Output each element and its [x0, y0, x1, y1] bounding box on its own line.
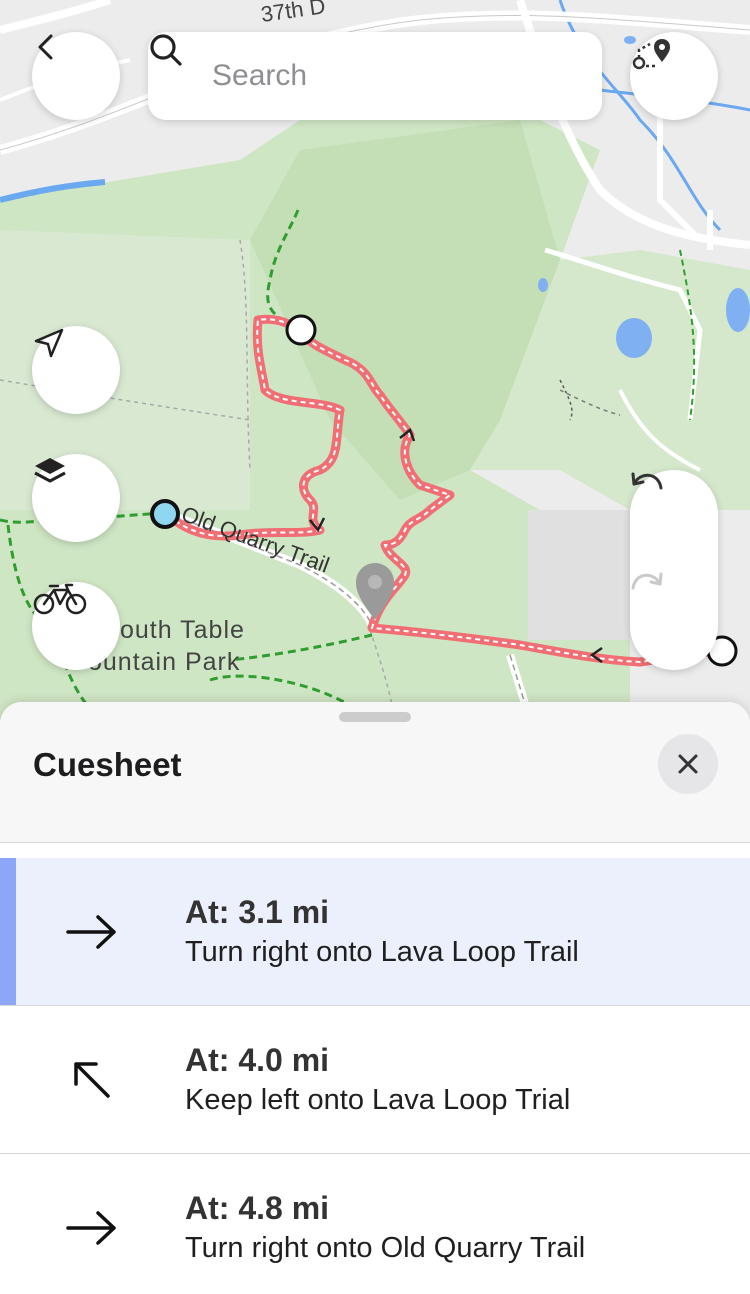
cue-instruction: Turn right onto Old Quarry Trail — [185, 1232, 586, 1264]
chevron-left-icon — [38, 34, 53, 60]
cuesheet-title: Cuesheet — [33, 746, 182, 783]
arrow-right-icon — [62, 908, 122, 956]
waypoint-marker — [285, 314, 317, 346]
cue-item[interactable]: At: 4.0 mi Keep left onto Lava Loop Tria… — [0, 1006, 750, 1154]
routing-mode-button[interactable] — [32, 582, 120, 670]
back-button[interactable] — [32, 32, 120, 120]
undo-icon — [631, 472, 663, 490]
park-label-line1: outh Table — [120, 616, 245, 644]
cue-distance: At: 4.8 mi — [185, 1190, 330, 1226]
map-view[interactable]: 37th D Old Quarry Trail outh Table ounta… — [0, 0, 750, 720]
arrow-right-icon — [62, 1204, 122, 1252]
redo-button[interactable] — [630, 570, 718, 670]
close-button[interactable] — [658, 734, 718, 794]
cue-item[interactable]: At: 4.8 mi Turn right onto Old Quarry Tr… — [0, 1154, 750, 1294]
sheet-grabber[interactable] — [339, 712, 411, 722]
active-indicator — [0, 858, 16, 1005]
locate-me-button[interactable] — [32, 326, 120, 414]
close-icon — [678, 754, 698, 774]
cue-distance: At: 3.1 mi — [185, 894, 330, 930]
cue-instruction: Turn right onto Lava Loop Trail — [185, 936, 579, 968]
search-input[interactable] — [212, 59, 572, 93]
location-arrow-icon — [34, 328, 64, 358]
search-bar[interactable] — [148, 32, 602, 120]
cue-list: At: 3.1 mi Turn right onto Lava Loop Tra… — [0, 858, 750, 1294]
cue-instruction: Keep left onto Lava Loop Trial — [185, 1084, 571, 1116]
arrow-up-left-icon — [62, 1056, 122, 1104]
cuesheet-panel: Cuesheet At: 3.1 mi Turn right onto Lava… — [0, 702, 750, 1294]
search-icon — [150, 34, 200, 94]
bicycle-icon — [33, 583, 87, 615]
cue-item[interactable]: At: 3.1 mi Turn right onto Lava Loop Tra… — [0, 858, 750, 1006]
route-planner-button[interactable] — [630, 32, 718, 120]
cue-distance: At: 4.0 mi — [185, 1042, 330, 1078]
undo-button[interactable] — [630, 470, 718, 570]
redo-icon — [631, 572, 663, 590]
waypoint-marker — [150, 499, 180, 529]
layers-icon — [34, 458, 66, 483]
cuesheet-header: Cuesheet — [0, 702, 750, 843]
route-pin-icon — [632, 39, 670, 70]
undo-redo-control — [630, 470, 718, 670]
map-layers-button[interactable] — [32, 454, 120, 542]
